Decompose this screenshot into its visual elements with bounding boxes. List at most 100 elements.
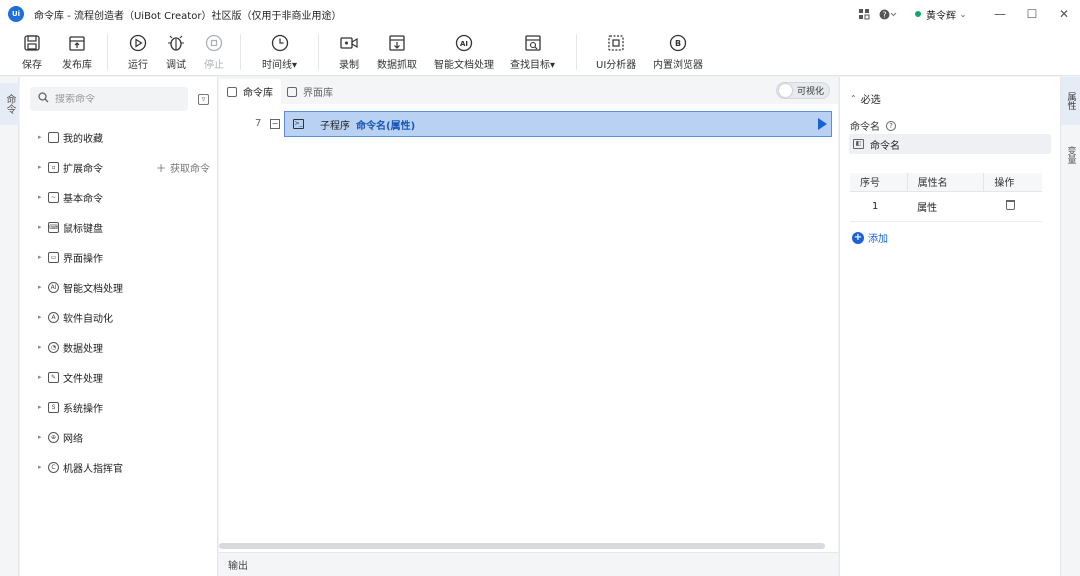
tree-item-extensions[interactable]: ▸ ▫ 扩展命令 + 获取命令 [20,152,218,182]
tree-item-basic[interactable]: ▸ ~ 基本命令 [20,182,218,212]
chevron-up-icon: ⌃ [850,94,857,103]
maximize-button[interactable]: ☐ [1016,0,1048,28]
chevron-down-icon[interactable]: ⌄ [956,0,970,28]
data-scrape-button[interactable]: 数据抓取 [377,32,417,72]
ui-analyzer-button[interactable]: UI分析器 [596,32,636,72]
required-section-header[interactable]: ⌃ 必选 [850,91,881,106]
command-tree: ▸ 我的收藏 ▸ ▫ 扩展命令 + 获取命令 ▸ ~ 基本命令 ▸ ⌨ 鼠标键盘 … [20,122,218,482]
toolbar-divider [318,34,319,70]
tree-item-ui-ops[interactable]: ▸ ▭ 界面操作 [20,242,218,272]
expand-arrow-icon[interactable]: ▸ [38,343,46,351]
user-status-dot [915,11,921,17]
collapse-all-icon[interactable]: ▿ [198,94,209,105]
minimize-button[interactable]: — [984,0,1016,28]
attribute-table: 序号 属性名 操作 1 属性 [850,173,1042,222]
add-circle-icon: + [852,231,864,244]
commander-icon: C [48,461,59,473]
tree-item-file[interactable]: ▸ ✎ 文件处理 [20,362,218,392]
tree-item-favorites[interactable]: ▸ 我的收藏 [20,122,218,152]
tree-item-network[interactable]: ▸ ⊕ 网络 [20,422,218,452]
grid-icon[interactable] [853,0,875,28]
expand-arrow-icon[interactable]: ▸ [38,373,46,381]
expand-arrow-icon[interactable]: ▸ [38,463,46,471]
title-bar: Ui 命令库 - 流程创造者（UiBot Creator）社区版（仅用于非商业用… [0,0,1080,28]
plus-icon: + [155,160,166,175]
help-icon[interactable]: ? [886,120,896,131]
smart-doc-button[interactable]: AI 智能文档处理 [434,32,494,72]
table-row[interactable]: 1 属性 [850,191,1042,222]
system-icon: S [48,401,59,413]
command-name-input[interactable]: ◧ 命令名 [849,134,1051,154]
svg-text:AI: AI [460,40,468,48]
expand-arrow-icon[interactable]: ▸ [38,133,46,141]
svg-text:?: ? [882,10,886,19]
help-icon[interactable]: ? [875,0,901,28]
search-icon [38,92,49,106]
file-icon: ✎ [48,371,59,383]
browser-button[interactable]: B 内置浏览器 [653,32,703,72]
bug-icon [167,32,185,54]
search-box[interactable] [30,87,188,111]
tree-item-commander[interactable]: ▸ C 机器人指挥官 [20,452,218,482]
stop-button[interactable]: 停止 [204,32,224,72]
tree-item-system[interactable]: ▸ S 系统操作 [20,392,218,422]
horizontal-scrollbar[interactable] [219,543,825,549]
save-button[interactable]: 保存 [22,32,42,72]
ai-doc-icon: AI [454,32,474,54]
expand-arrow-icon[interactable]: ▸ [38,163,46,171]
publish-button[interactable]: 发布库 [62,32,92,72]
expand-arrow-icon[interactable]: ▸ [38,253,46,261]
expand-arrow-icon[interactable]: ▸ [38,223,46,231]
window-icon: ▭ [48,251,59,263]
code-line[interactable]: 7 − >_ 子程序 命令名(属性) [219,111,838,137]
tab-properties[interactable]: 属性 [1061,77,1080,125]
browser-icon: B [669,32,687,54]
command-strip-tab[interactable]: 命令 [0,83,19,125]
scrape-icon [388,32,406,54]
trash-icon[interactable] [1005,199,1015,210]
toolbar: 保存 发布库 运行 调试 停止 时间线▾ 录制 数据抓取 AI 智能文档处理 查… [0,28,1080,76]
output-bar[interactable]: 输出 [219,552,838,576]
expand-arrow-icon[interactable]: ▸ [38,313,46,321]
find-target-button[interactable]: 查找目标▾ [510,32,555,72]
tab-ui-library[interactable]: 界面库 [279,79,341,104]
code-editor: 命令库 界面库 可视化 7 − >_ 子程序 命令名(属性) [219,77,838,552]
publish-icon [68,32,86,54]
run-block-icon[interactable] [818,118,827,130]
timeline-button[interactable]: 时间线▾ [262,32,297,72]
user-name[interactable]: 黄令辉 [926,7,956,22]
tree-item-automation[interactable]: ▸ A 软件自动化 [20,302,218,332]
search-input[interactable] [55,93,175,105]
run-button[interactable]: 运行 [128,32,148,72]
close-button[interactable]: ✕ [1048,0,1080,28]
block-signature: 命令名(属性) [356,120,416,132]
app-logo-icon: Ui [8,6,24,22]
expand-arrow-icon[interactable]: ▸ [38,283,46,291]
record-button[interactable]: 录制 [339,32,359,72]
add-attribute-button[interactable]: + 添加 [852,230,888,245]
tab-command-library[interactable]: 命令库 [219,79,281,104]
text-field-icon: ◧ [853,139,864,149]
ui-library-icon [287,86,297,97]
tab-variables[interactable]: 变量 [1061,135,1080,175]
tree-item-keyboard[interactable]: ▸ ⌨ 鼠标键盘 [20,212,218,242]
globe-icon: ⊕ [48,431,59,443]
tree-item-data[interactable]: ▸ ◔ 数据处理 [20,332,218,362]
tree-item-smart-doc[interactable]: ▸ AI 智能文档处理 [20,272,218,302]
save-icon [23,32,41,54]
expand-arrow-icon[interactable]: ▸ [38,433,46,441]
get-commands-link[interactable]: + 获取命令 [156,160,210,175]
command-panel: ▿ ▸ 我的收藏 ▸ ▫ 扩展命令 +获取命令 ▸ ~ 基本命令 ▸ ⌨ 鼠标键… [20,77,218,576]
basic-icon: ~ [48,191,59,203]
subroutine-block[interactable]: >_ 子程序 命令名(属性) [284,111,832,137]
extension-icon: ▫ [48,161,59,173]
expand-arrow-icon[interactable]: ▸ [38,193,46,201]
debug-button[interactable]: 调试 [166,32,186,72]
visual-toggle[interactable]: 可视化 [776,82,830,99]
line-number: 7 [255,118,262,129]
expand-arrow-icon[interactable]: ▸ [38,403,46,411]
fold-minus-icon[interactable]: − [270,119,280,129]
toolbar-divider [576,34,577,70]
output-label: 输出 [228,561,248,572]
terminal-icon: >_ [293,119,304,129]
